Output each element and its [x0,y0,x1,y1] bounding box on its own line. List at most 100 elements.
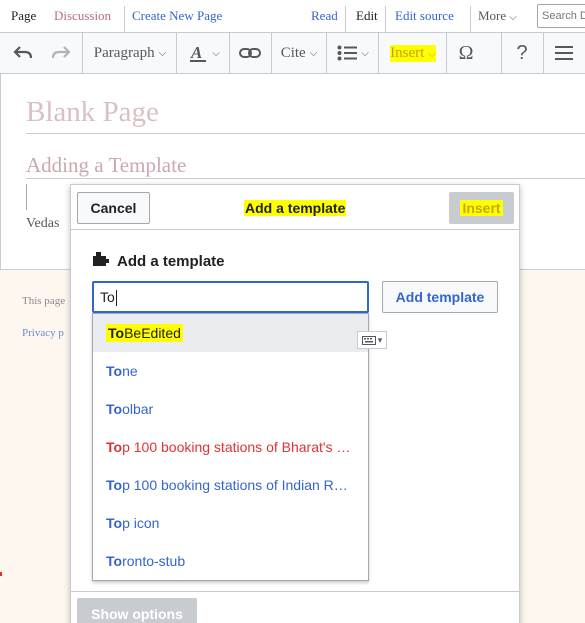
suggestion-item[interactable]: Toolbar [93,390,368,428]
tab-edit-source[interactable]: Edit source [395,0,454,32]
suggestion-rest: BeEdited [124,325,181,341]
search-input-value: To [100,289,115,305]
insert-label-text: Insert [390,44,425,61]
add-template-dialog: Cancel Add a template Insert Add a templ… [70,184,520,623]
edge-marker [0,572,2,576]
suggestion-match: To [106,515,123,531]
cancel-button[interactable]: Cancel [77,192,150,224]
chevron-down-icon: ▾ [377,334,383,345]
redo-icon [51,46,71,59]
template-suggestions: ToBeEdited Tone Toolbar Top 100 booking … [92,313,369,581]
add-template-button[interactable]: Add template [382,281,498,313]
chevron-down-icon: ⌵ [212,47,220,59]
suggestion-item[interactable]: Top 100 booking stations of Bharat's … [93,428,368,466]
text-caret [115,290,117,307]
tab-create-new-page[interactable]: Create New Page [132,0,222,32]
suggestion-match: To [106,439,123,455]
suggestion-rest: ronto-stub [122,553,186,569]
tab-divider [470,6,471,32]
hamburger-menu-icon [555,46,573,60]
redo-button[interactable] [42,33,80,73]
tab-page[interactable]: Page [11,0,36,32]
undo-icon [13,46,33,59]
special-character-button[interactable]: Ω [448,33,484,73]
list-dropdown[interactable]: ⌵ [329,33,377,73]
puzzle-piece-icon [93,252,109,266]
template-search-input[interactable]: To [92,281,369,313]
keyboard-icon [361,335,376,345]
chevron-down-icon: ⌵ [158,47,167,59]
cite-label: Cite [280,44,306,61]
toolbar-divider [446,33,447,73]
chevron-down-icon: ⌵ [509,12,517,23]
toolbar-divider [229,33,230,73]
page-tabs: Page Discussion Create New Page Read Edi… [0,0,585,32]
tab-read[interactable]: Read [311,0,338,32]
suggestion-match: To [108,325,125,341]
keyboard-input-icon[interactable]: ▾ [357,331,387,349]
cite-dropdown[interactable]: Cite ⌵ [274,33,324,73]
chevron-down-icon: ⌵ [309,47,318,59]
suggestion-item[interactable]: Toronto-stub [93,542,368,580]
toolbar-divider [501,33,502,73]
text-cursor [26,184,27,210]
section-heading[interactable]: Adding a Template [26,153,186,178]
toolbar-divider [82,33,83,73]
menu-button[interactable] [545,33,583,73]
toolbar-divider [378,33,379,73]
search-input[interactable]: Search D [537,4,585,28]
chevron-down-icon: ⌵ [428,48,436,60]
editor-toolbar: Paragraph ⌵ A ⌵ Cite ⌵ ⌵ Insert ⌵ Ω ? [0,32,585,74]
help-button[interactable]: ? [503,33,541,73]
link-icon [239,48,261,58]
omega-icon: Ω [458,41,474,64]
help-icon: ? [516,41,528,64]
toolbar-divider [543,33,544,73]
toolbar-divider [326,33,327,73]
toolbar-divider [271,33,272,73]
tab-more[interactable]: More ⌵ [478,0,517,32]
title-divider [26,133,585,134]
suggestion-match: To [106,363,123,379]
suggestion-rest: ne [122,363,138,379]
heading-divider [26,178,585,179]
suggestion-rest: olbar [122,401,154,417]
undo-button[interactable] [4,33,42,73]
paragraph-label: Paragraph [93,44,155,61]
text-style-dropdown[interactable]: A ⌵ [180,33,228,73]
body-paragraph[interactable]: Vedas [26,216,59,232]
tab-divider [124,6,125,32]
privacy-link[interactable]: Privacy p [22,327,64,339]
insert-label: Insert ⌵ [390,44,436,62]
show-options-button[interactable]: Show options [77,598,197,623]
suggestion-highlight: ToBeEdited [106,324,183,342]
suggestion-item[interactable]: ToBeEdited [93,314,368,352]
text-style-icon: A [190,43,207,62]
tab-divider [345,6,346,32]
link-button[interactable] [231,33,269,73]
toolbar-divider [176,33,177,73]
suggestion-match: To [106,477,123,493]
suggestion-match: To [106,401,123,417]
bullet-list-icon [337,45,358,61]
dialog-footer: Show options [71,591,519,623]
tab-more-label: More [478,8,507,23]
paragraph-dropdown[interactable]: Paragraph ⌵ [86,33,174,73]
tab-edit[interactable]: Edit [356,0,378,32]
dialog-title: Add a template [244,200,347,216]
tab-discussion[interactable]: Discussion [54,0,111,32]
footer-text: This page [22,295,66,307]
suggestion-rest: p 100 booking stations of Indian R… [122,477,348,493]
suggestion-match: To [106,553,123,569]
suggestion-item[interactable]: Tone [93,352,368,390]
insert-button[interactable]: Insert [449,192,514,224]
tab-divider [385,6,386,32]
insert-dropdown[interactable]: Insert ⌵ [382,33,444,73]
section-title: Add a template [117,253,225,270]
suggestion-item[interactable]: Top 100 booking stations of Indian R… [93,466,368,504]
suggestion-item[interactable]: Top icon [93,504,368,542]
svg-text:A: A [190,43,202,62]
insert-button-label: Insert [460,200,503,216]
page-title: Blank Page [26,96,159,128]
suggestion-rest: p icon [122,515,160,531]
